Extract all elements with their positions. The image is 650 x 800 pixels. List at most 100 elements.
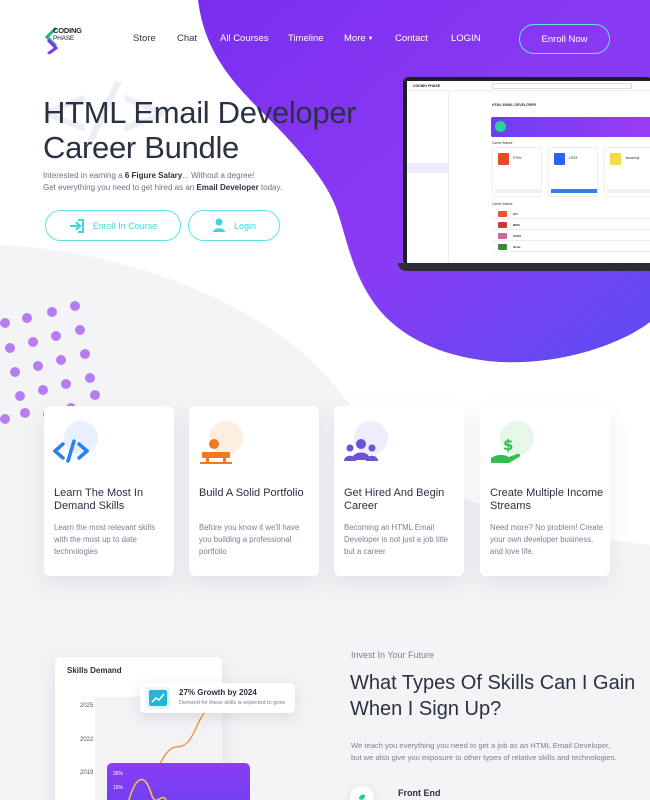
feature-text: Becoming an HTML Email Developer is not … [344, 523, 449, 556]
preview-row-label: GIT [513, 212, 518, 216]
decorative-dot [85, 373, 95, 383]
front-end-icon [350, 786, 374, 800]
hero-sub1-prefix: Interested in earning a [43, 171, 125, 180]
nav-contact[interactable]: Contact [395, 33, 428, 44]
caret-down-icon: ▼ [367, 36, 374, 42]
laptop-screen: CODING PHASE HTML EMAIL DEVELOPER Career… [403, 77, 650, 265]
nav-more[interactable]: More ▼ [344, 33, 374, 44]
growth-title: 27% Growth by 2024 [179, 688, 257, 697]
dashboard-preview: CODING PHASE HTML EMAIL DEVELOPER Career… [407, 81, 650, 263]
logo-text-2: PHASE [53, 35, 75, 42]
nav-timeline[interactable]: Timeline [288, 33, 324, 44]
npm-icon [498, 222, 507, 229]
purple-stats-card: 35% 15% [107, 763, 250, 800]
preview-avatar-slot [407, 91, 448, 113]
preview-side-item-active [407, 163, 448, 173]
hero-sub2-prefix: Get everything you need to get hired as … [43, 183, 197, 192]
decorative-dot [61, 379, 71, 389]
hero-sub1-bold: 6 Figure Salary [124, 171, 183, 180]
feature-card-portfolio: Build A Solid Portfolio Before you know … [189, 406, 319, 576]
preview-card-css: CSS3 [548, 147, 598, 197]
inner-label: 35% [113, 771, 124, 777]
feature-text: Need more? No problem! Create your own d… [490, 523, 604, 556]
y-tick-label: 2022 [80, 737, 94, 743]
feature-text: Learn the most relevant skills with the … [54, 523, 155, 556]
sign-in-icon [69, 218, 84, 233]
inner-line-chart: 35% 15% [113, 771, 167, 800]
trend-up-icon [149, 690, 167, 706]
person-desk-icon [200, 439, 232, 464]
preview-sidebar [407, 91, 449, 263]
html5-icon [498, 153, 509, 165]
javascript-icon [610, 153, 621, 165]
hero-sub2-suffix: today. [258, 183, 283, 192]
skills-section-text: We teach you everything you need to get … [351, 741, 617, 762]
decorative-dot [10, 367, 20, 377]
preview-banner [491, 117, 650, 137]
enroll-in-course-button[interactable]: Enroll In Course [45, 210, 181, 241]
decorative-dot [38, 385, 48, 395]
code-brackets-icon [53, 439, 89, 463]
enroll-now-button[interactable]: Enroll Now [519, 24, 610, 54]
hero-subtitle-line2: Get everything you need to get hired as … [43, 183, 282, 192]
preview-side-item [407, 113, 448, 123]
feature-title: Learn The Most In Demand Skills [54, 487, 144, 512]
preview-card-js: Javascript [604, 147, 650, 197]
git-icon [498, 211, 507, 218]
decorative-dot [20, 408, 30, 418]
preview-card-button [495, 189, 541, 193]
decorative-dot [15, 391, 25, 401]
preview-row-label: SASS [513, 234, 522, 238]
growth-callout: 27% Growth by 2024 Demand for these skil… [140, 683, 295, 713]
preview-row: Node [492, 242, 650, 252]
preview-card-label: Javascript [625, 156, 640, 160]
group-people-icon [344, 439, 378, 461]
feature-card-income: $ Create Multiple Income Streams Need mo… [480, 406, 610, 576]
nav-all-courses[interactable]: All Courses [220, 33, 269, 44]
node-icon [498, 244, 507, 251]
hero-sub2-bold: Email Developer [196, 183, 259, 192]
invest-eyebrow: Invest In Your Future [351, 650, 435, 660]
preview-side-item [407, 143, 448, 153]
decorative-dot [70, 301, 80, 311]
decorative-dot [0, 318, 10, 328]
decorative-dot [5, 343, 15, 353]
css3-icon [554, 153, 565, 165]
decorative-dot [56, 355, 66, 365]
skills-section-title: What Types Of Skills Can I Gain When I S… [350, 672, 636, 720]
preview-section1: Career Bundle [492, 141, 513, 145]
preview-row-label: Node [513, 245, 521, 249]
feature-title: Get Hired And Begin Career [344, 487, 445, 512]
nav-chat[interactable]: Chat [177, 33, 197, 44]
decorative-dot [0, 414, 10, 424]
inner-label: 15% [113, 785, 124, 791]
preview-side-item [407, 153, 448, 163]
nav-login[interactable]: LOGIN [451, 33, 481, 44]
growth-subtitle: Demand for these skills is expected to g… [179, 700, 286, 706]
login-button[interactable]: Login [188, 210, 280, 241]
preview-section2: Career Bundle [492, 202, 513, 206]
preview-side-item [407, 123, 448, 133]
preview-row: SASS [492, 231, 650, 241]
preview-search [492, 83, 632, 89]
preview-row-label: NPM [513, 223, 520, 227]
laptop-mockup: CODING PHASE HTML EMAIL DEVELOPER Career… [398, 75, 650, 275]
preview-banner-icon [495, 121, 506, 132]
preview-heading: HTML EMAIL DEVELOPER [492, 103, 537, 107]
y-tick-label: 2019 [80, 770, 94, 776]
coding-phase-logo[interactable]: CODING PHASE [44, 24, 104, 56]
nav-store[interactable]: Store [133, 33, 156, 44]
front-end-label: Front End [398, 788, 441, 798]
decorative-dot [51, 331, 61, 341]
preview-card-label: CSS3 [569, 156, 578, 160]
money-hand-icon: $ [491, 436, 521, 463]
y-tick-label: 2025 [80, 703, 94, 709]
decorative-dot [47, 307, 57, 317]
preview-row: GIT [492, 209, 650, 219]
feature-title: Create Multiple Income Streams [490, 487, 604, 512]
inner-series-line [128, 778, 167, 800]
preview-row: NPM [492, 220, 650, 230]
decorative-dot [33, 361, 43, 371]
sass-icon [498, 233, 507, 240]
preview-card-html: HTML [492, 147, 542, 197]
